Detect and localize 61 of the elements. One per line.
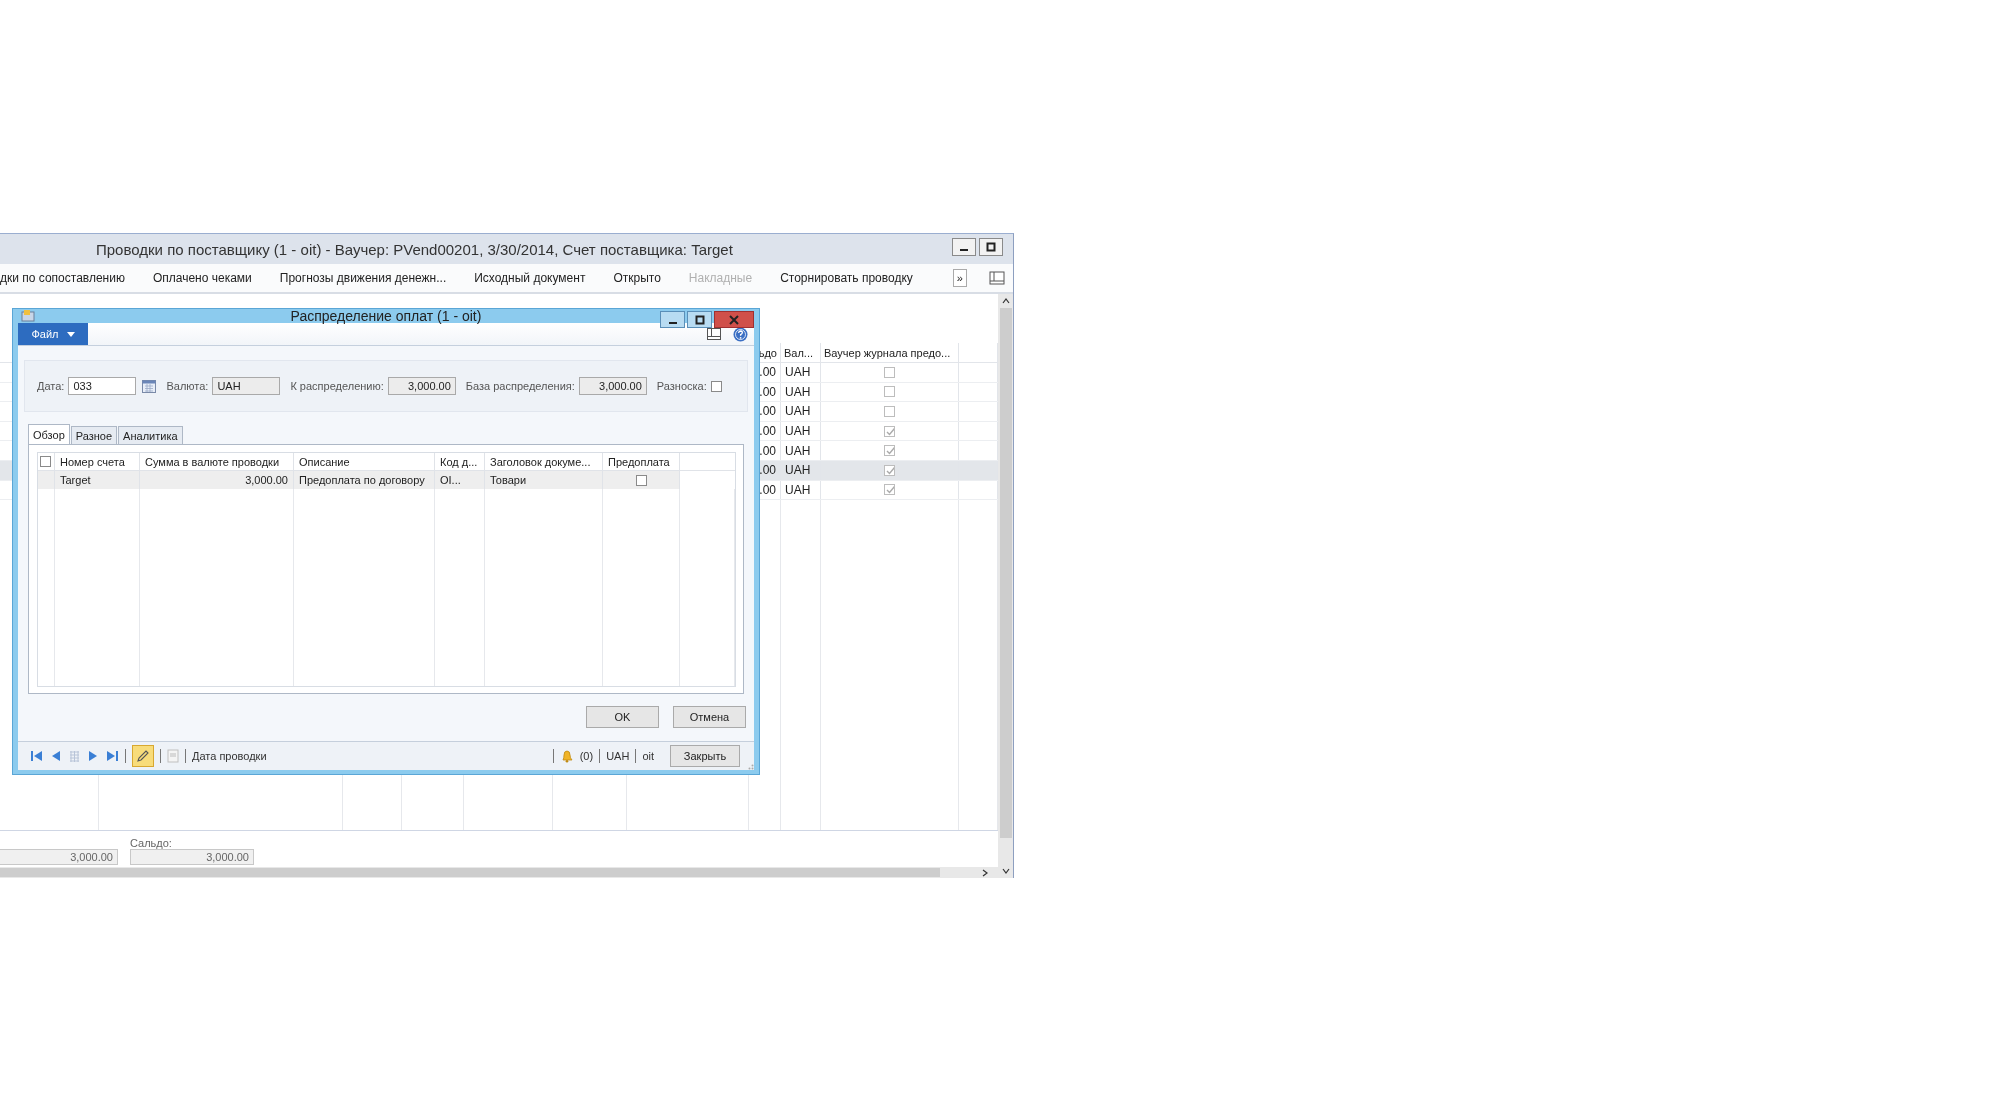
column-header: Номер счета bbox=[60, 455, 125, 468]
column-header: Ваучер журнала предо... bbox=[824, 346, 951, 359]
column-header: Код д... bbox=[440, 455, 478, 468]
dialog-button[interactable]: OK bbox=[586, 706, 659, 728]
table-cell: UAH bbox=[785, 443, 811, 458]
field-label: Разноска: bbox=[656, 380, 707, 392]
amount-field: 3,000.00 bbox=[387, 377, 456, 395]
total-field: 3,000.00 bbox=[0, 849, 118, 865]
currency-field: UAH bbox=[212, 377, 281, 395]
close-button[interactable]: Закрыть bbox=[670, 745, 740, 767]
window-title: Проводки по поставщику (1 - oit) - Ваучер: PVend00201, 3/30/2014, Счет поставщика: Target bbox=[96, 240, 733, 258]
table-cell: UAH bbox=[785, 463, 811, 478]
dialog-title: Распределение оплат (1 - oit) bbox=[290, 308, 482, 324]
table-cell: UAH bbox=[785, 482, 811, 497]
notification-count: (0) bbox=[579, 750, 594, 762]
overflow-button[interactable]: » bbox=[952, 269, 967, 287]
tab[interactable]: Аналитика bbox=[118, 426, 183, 444]
toolbar-item[interactable]: Прогнозы движения денежн... bbox=[269, 271, 457, 285]
table-cell: OI... bbox=[440, 474, 461, 486]
toolbar-item[interactable]: Оплачено чеками bbox=[142, 271, 262, 285]
dialog-button[interactable]: Отмена bbox=[673, 706, 746, 728]
tab[interactable]: Обзор bbox=[28, 424, 70, 444]
table-row[interactable]: Target 3,000.00 Предоплата по договору OI... Товари bbox=[38, 471, 680, 489]
table-cell: .00 bbox=[759, 482, 776, 497]
file-menu-button[interactable]: Файл bbox=[18, 323, 88, 345]
toolbar-item[interactable]: дки по сопоставлению bbox=[0, 271, 135, 285]
company-label: oit bbox=[642, 750, 654, 762]
column-header: Вал... bbox=[784, 346, 814, 359]
table-cell: .00 bbox=[759, 384, 776, 399]
table-cell: .00 bbox=[759, 443, 776, 458]
field-label: Валюта: bbox=[166, 380, 209, 392]
field-label: Дата: bbox=[37, 380, 65, 392]
column-header: ьдо bbox=[758, 346, 777, 359]
table-cell: UAH bbox=[785, 365, 811, 380]
table-cell: Предоплата по договору bbox=[299, 474, 425, 486]
table-cell: Target bbox=[60, 474, 91, 486]
table-cell: UAH bbox=[785, 424, 811, 439]
balance-label: Сальдо: bbox=[130, 837, 173, 849]
field-label: База распределения: bbox=[465, 380, 575, 392]
currency-label: UAH bbox=[606, 750, 630, 762]
table-cell: .00 bbox=[759, 404, 776, 419]
record-label: Дата проводки bbox=[192, 750, 267, 762]
toolbar-item[interactable]: Сторнировать проводку bbox=[770, 271, 923, 285]
column-header: Сумма в валюте проводки bbox=[145, 455, 280, 468]
tab[interactable]: Разное bbox=[70, 426, 118, 444]
table-cell: .00 bbox=[759, 424, 776, 439]
column-header: Предоплата bbox=[608, 455, 670, 468]
column-header: Описание bbox=[299, 455, 350, 468]
toolbar-item[interactable]: Исходный документ bbox=[464, 271, 596, 285]
table-cell: UAH bbox=[785, 384, 811, 399]
table-cell: Товари bbox=[490, 474, 527, 486]
balance-field: 3,000.00 bbox=[130, 849, 254, 865]
table-cell: UAH bbox=[785, 404, 811, 419]
field-label: К распределению: bbox=[290, 380, 384, 392]
table-cell: .00 bbox=[759, 365, 776, 380]
toolbar-item[interactable]: Открыто bbox=[603, 271, 671, 285]
table-cell: 3,000.00 bbox=[245, 474, 288, 486]
date-field[interactable]: 033 bbox=[68, 377, 137, 395]
table-cell: .00 bbox=[759, 463, 776, 478]
amount-field: 3,000.00 bbox=[578, 377, 647, 395]
column-header: Заголовок докуме... bbox=[490, 455, 591, 468]
